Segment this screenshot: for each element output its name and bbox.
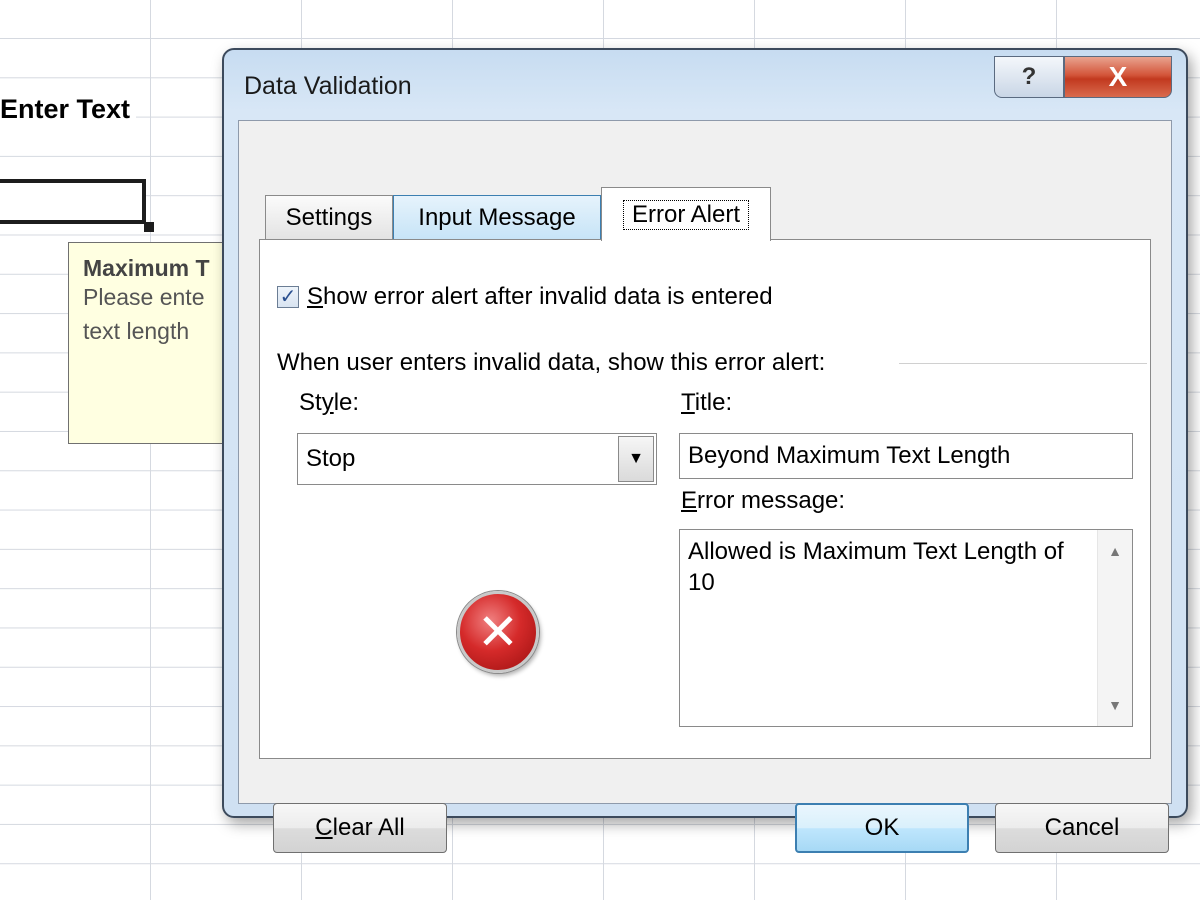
ok-label: OK bbox=[864, 814, 900, 841]
tab-settings[interactable]: Settings bbox=[265, 195, 393, 239]
show-alert-checkbox[interactable]: ✓ bbox=[277, 286, 299, 308]
error-message-textarea[interactable]: Allowed is Maximum Text Length of 10 ▲ ▼ bbox=[679, 529, 1133, 727]
dialog-title: Data Validation bbox=[244, 72, 412, 100]
clear-all-label: Clear All bbox=[315, 814, 405, 841]
cancel-label: Cancel bbox=[1044, 814, 1120, 841]
tab-input-message-label: Input Message bbox=[418, 203, 576, 231]
ok-button[interactable]: OK bbox=[795, 803, 969, 853]
show-alert-option[interactable]: ✓ Show error alert after invalid data is… bbox=[277, 283, 773, 311]
title-input-value: Beyond Maximum Text Length bbox=[688, 442, 1011, 469]
help-icon: ? bbox=[1021, 63, 1037, 90]
dropdown-arrow-button[interactable]: ▼ bbox=[618, 436, 654, 482]
error-message-label: Error message: bbox=[681, 487, 846, 514]
fill-handle[interactable] bbox=[144, 222, 154, 232]
group-label: When user enters invalid data, show this… bbox=[277, 349, 834, 377]
data-validation-dialog: Data Validation ? X Settings Input Messa… bbox=[222, 48, 1188, 853]
close-icon: X bbox=[1108, 61, 1128, 92]
checkmark-icon: ✓ bbox=[279, 286, 297, 308]
chevron-down-icon: ▼ bbox=[628, 450, 644, 467]
style-select[interactable]: Stop ▼ bbox=[297, 433, 657, 485]
title-input[interactable]: Beyond Maximum Text Length bbox=[679, 433, 1133, 479]
dialog-client-area: Settings Input Message Error Alert ✓ Sho… bbox=[238, 120, 1172, 853]
header-cell[interactable]: Enter Text bbox=[0, 94, 137, 129]
close-button[interactable]: X bbox=[1064, 56, 1172, 98]
tab-error-alert[interactable]: Error Alert bbox=[601, 187, 771, 241]
group-divider bbox=[899, 363, 1147, 364]
style-select-value: Stop bbox=[306, 445, 356, 472]
textarea-scrollbar[interactable]: ▲ ▼ bbox=[1097, 530, 1132, 726]
show-alert-label: Show error alert after invalid data is e… bbox=[307, 283, 773, 310]
title-label: Title: bbox=[681, 389, 733, 416]
clear-all-button[interactable]: Clear All bbox=[273, 803, 447, 853]
error-message-value: Allowed is Maximum Text Length of 10 bbox=[688, 538, 1064, 596]
tab-input-message[interactable]: Input Message bbox=[393, 195, 601, 239]
scroll-down-icon[interactable]: ▼ bbox=[1098, 690, 1132, 720]
style-label: Style: bbox=[299, 389, 360, 416]
help-button[interactable]: ? bbox=[994, 56, 1064, 98]
active-cell[interactable] bbox=[0, 179, 146, 224]
tab-error-alert-label: Error Alert bbox=[622, 199, 750, 230]
stop-error-icon: ✕ bbox=[457, 591, 539, 673]
tab-settings-label: Settings bbox=[285, 203, 373, 231]
cancel-button[interactable]: Cancel bbox=[995, 803, 1169, 853]
scroll-up-icon[interactable]: ▲ bbox=[1098, 536, 1132, 566]
